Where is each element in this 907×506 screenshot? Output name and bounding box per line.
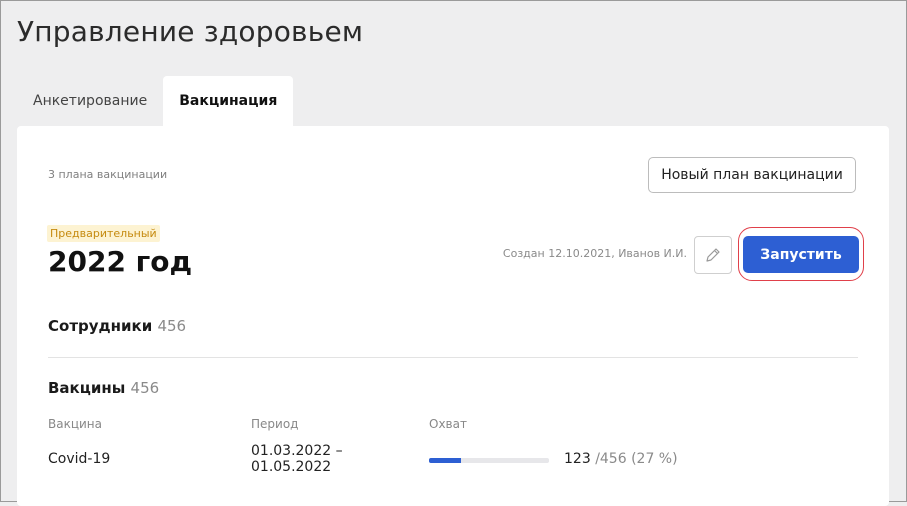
pencil-icon bbox=[706, 248, 720, 262]
vaccine-name: Covid-19 bbox=[48, 451, 111, 467]
employees-count: 456 bbox=[157, 317, 187, 335]
new-plan-button[interactable]: Новый план вакцинации bbox=[648, 157, 856, 193]
column-header-period: Период bbox=[251, 417, 299, 431]
tab-vaccination[interactable]: Вакцинация bbox=[163, 76, 294, 126]
created-info: Создан 12.10.2021, Иванов И.И. bbox=[502, 247, 687, 260]
column-header-vaccine: Вакцина bbox=[48, 417, 102, 431]
status-badge: Предварительный bbox=[47, 225, 160, 242]
coverage-progress-bar bbox=[429, 458, 549, 463]
tabs-bar: Анкетирование Вакцинация bbox=[17, 76, 294, 126]
vaccines-label: Вакцины bbox=[48, 379, 126, 397]
employees-label: Сотрудники bbox=[48, 317, 153, 335]
vaccines-count: 456 bbox=[130, 379, 160, 397]
plans-count: 3 плана вакцинации bbox=[48, 168, 168, 181]
launch-button[interactable]: Запустить bbox=[743, 236, 859, 273]
page-title: Управление здоровьем bbox=[17, 15, 364, 48]
coverage-progress-fill bbox=[429, 458, 462, 463]
edit-button[interactable] bbox=[694, 236, 732, 274]
tab-questionnaire[interactable]: Анкетирование bbox=[17, 76, 163, 126]
coverage-total: /456 (27 %) bbox=[595, 451, 678, 467]
coverage-value: 123 bbox=[564, 451, 591, 467]
vaccine-period: 01.03.2022 – 01.05.2022 bbox=[251, 443, 343, 475]
period-end: 01.05.2022 bbox=[251, 459, 332, 475]
vaccination-card: 3 плана вакцинации Новый план вакцинации… bbox=[17, 126, 889, 506]
period-start: 01.03.2022 – bbox=[251, 443, 343, 459]
column-header-coverage: Охват bbox=[429, 417, 467, 431]
vaccines-section: Вакцины 456 bbox=[48, 379, 159, 397]
plan-title: 2022 год bbox=[48, 245, 193, 278]
section-divider bbox=[48, 357, 858, 358]
employees-section[interactable]: Сотрудники 456 bbox=[48, 317, 186, 335]
coverage-text: 123 /456 (27 %) bbox=[564, 451, 678, 467]
